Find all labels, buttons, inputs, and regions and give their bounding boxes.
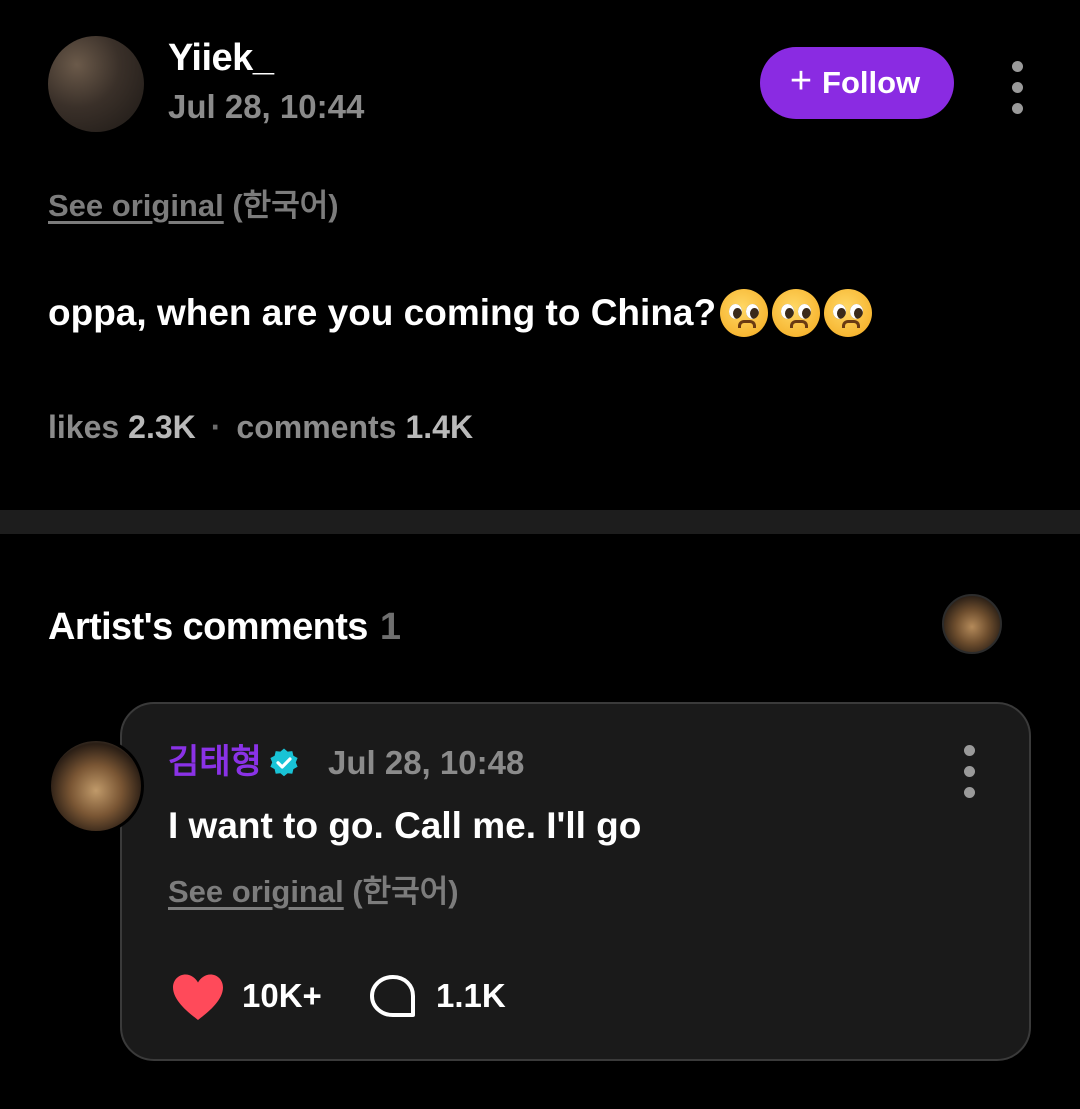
- see-original-comment: See original (한국어): [168, 872, 459, 912]
- pleading-face-emoji: [772, 289, 821, 337]
- plus-icon: +: [789, 60, 813, 102]
- pleading-face-emoji: [720, 289, 769, 337]
- follow-button[interactable]: + Follow: [760, 47, 954, 119]
- artist-avatar[interactable]: [48, 738, 144, 834]
- stats-separator: ·: [210, 409, 222, 445]
- likes-count[interactable]: 2.3K: [128, 406, 196, 448]
- comment-like-count[interactable]: 10K+: [242, 975, 322, 1017]
- post-timestamp: Jul 28, 10:44: [168, 88, 365, 125]
- more-vertical-icon[interactable]: [1010, 61, 1024, 114]
- post-body: oppa, when are you coming to China?: [48, 288, 873, 338]
- post-stats: likes 2.3K · comments 1.4K: [48, 406, 473, 448]
- see-original-link[interactable]: See original: [48, 188, 224, 223]
- pleading-face-emoji: [824, 289, 873, 337]
- likes-label: likes: [48, 409, 120, 445]
- verified-badge-icon: [270, 748, 298, 777]
- follow-label: Follow: [822, 65, 921, 100]
- comment-bubble-icon[interactable]: [368, 973, 418, 1021]
- post-text: oppa, when are you coming to China?: [48, 292, 717, 333]
- section-divider: [0, 510, 1080, 534]
- comment-text: I want to go. Call me. I'll go: [168, 805, 642, 846]
- post-author-name[interactable]: Yiiek_: [168, 36, 274, 80]
- comments-count[interactable]: 1.4K: [405, 406, 473, 448]
- see-original-post: See original (한국어): [48, 186, 339, 226]
- original-language: (한국어): [232, 188, 339, 223]
- original-language: (한국어): [352, 874, 459, 909]
- artist-avatar-small[interactable]: [942, 594, 1002, 654]
- user-avatar[interactable]: [48, 36, 144, 132]
- artist-comments-title: Artist's comments 1: [48, 604, 401, 650]
- more-vertical-icon[interactable]: [962, 745, 976, 798]
- comment-reply-count[interactable]: 1.1K: [436, 975, 506, 1017]
- comment-timestamp: Jul 28, 10:48: [328, 744, 525, 781]
- comments-label: comments: [236, 409, 397, 445]
- section-title-text: Artist's comments: [48, 606, 368, 648]
- artist-name[interactable]: 김태형: [168, 740, 262, 784]
- artist-comments-count: 1: [379, 606, 401, 648]
- heart-icon[interactable]: [170, 972, 226, 1022]
- see-original-link[interactable]: See original: [168, 874, 344, 909]
